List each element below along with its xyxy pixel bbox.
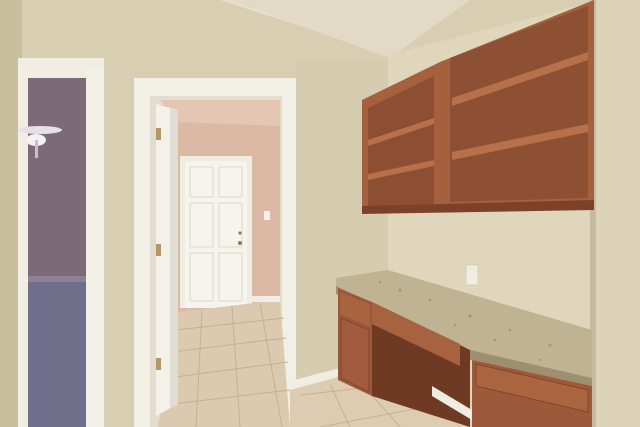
hallway-baseboard <box>250 296 280 302</box>
light-switch-icon <box>264 211 270 220</box>
bedroom-interior-wall <box>28 78 88 288</box>
room-photo <box>0 0 640 427</box>
electrical-outlet-icon <box>465 264 479 286</box>
right-wall-pillar <box>594 0 640 427</box>
bedroom-interior-floor <box>28 280 88 427</box>
bedroom-baseboard <box>28 276 88 282</box>
door-hinge-icon <box>156 244 161 256</box>
door-hinge-icon <box>156 128 161 140</box>
door-hinge-icon <box>156 358 161 370</box>
door-knob-icon <box>238 241 242 245</box>
bedroom-door-jamb-right <box>86 70 104 427</box>
door-deadbolt-icon <box>238 231 242 235</box>
interior-door-edge <box>170 108 178 408</box>
front-door <box>185 161 247 308</box>
